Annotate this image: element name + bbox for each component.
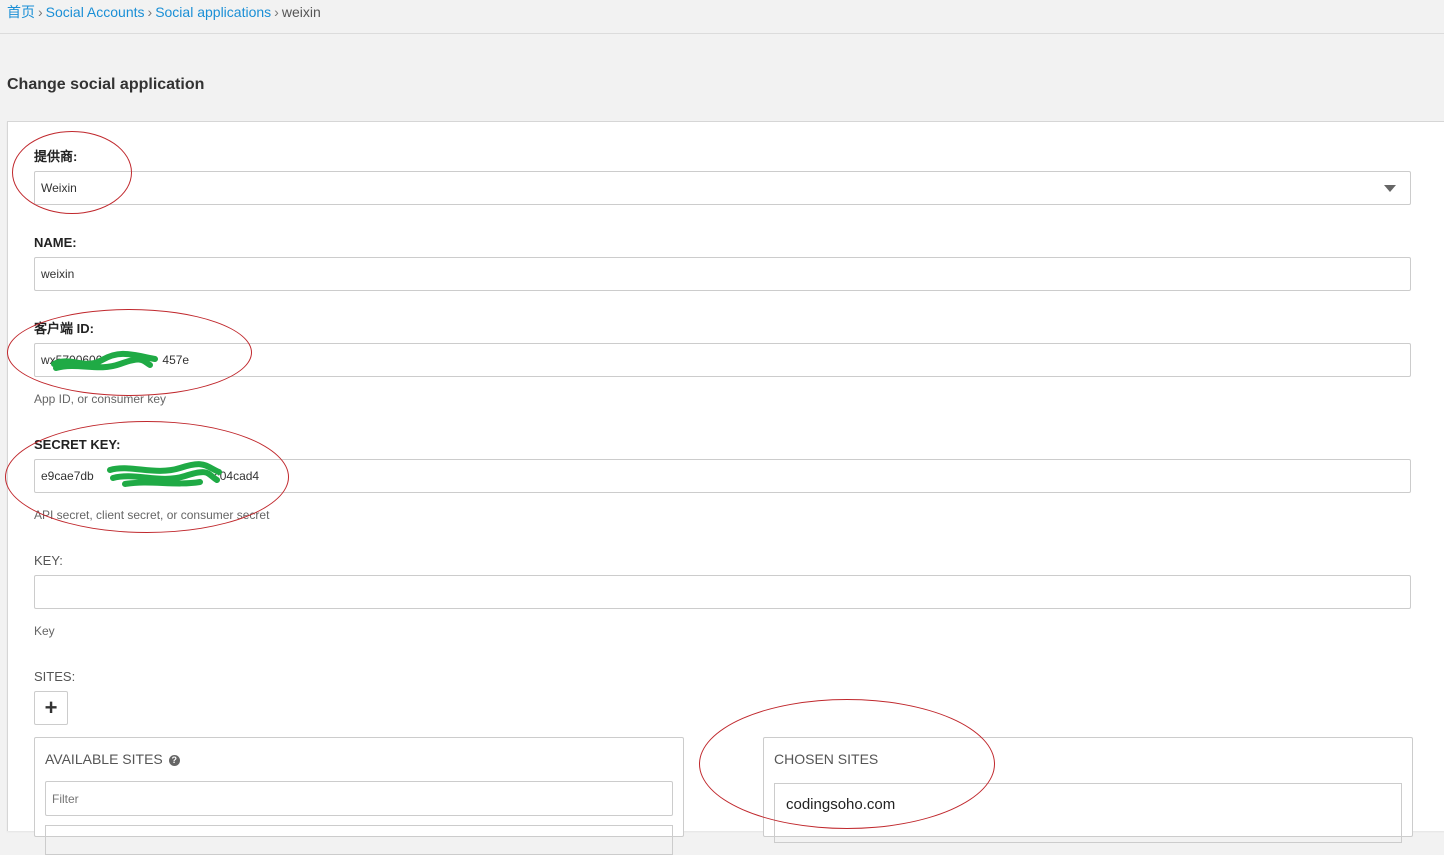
key-input[interactable] bbox=[34, 575, 1411, 609]
breadcrumb-home-link[interactable]: 首页 bbox=[7, 4, 35, 20]
client-id-value-tail: 457e bbox=[162, 353, 190, 367]
list-item[interactable]: codingsoho.com bbox=[786, 796, 895, 813]
provider-label: 提供商: bbox=[34, 149, 78, 164]
client-id-input[interactable]: wx5700600 457e bbox=[34, 343, 1411, 377]
name-value: weixin bbox=[41, 267, 75, 281]
client-id-value: wx5700600 bbox=[41, 353, 103, 367]
sites-label: SITES: bbox=[34, 669, 76, 684]
secret-key-value-tail: c04cad4 bbox=[213, 469, 260, 483]
plus-icon: + bbox=[44, 695, 58, 720]
breadcrumb-current: weixin bbox=[281, 4, 321, 20]
breadcrumb-separator: › bbox=[274, 4, 279, 20]
secret-key-label: SECRET KEY: bbox=[34, 437, 121, 452]
add-site-button[interactable]: + bbox=[34, 691, 68, 725]
caret-down-icon bbox=[1384, 185, 1396, 192]
client-id-help: App ID, or consumer key bbox=[34, 392, 167, 406]
breadcrumb-separator: › bbox=[147, 4, 153, 20]
header-divider bbox=[0, 33, 1444, 34]
provider-select[interactable]: Weixin bbox=[34, 171, 1411, 205]
page-title: Change social application bbox=[7, 76, 205, 93]
available-sites-title-text: AVAILABLE SITES bbox=[45, 751, 163, 767]
chosen-sites-list[interactable]: codingsoho.com bbox=[774, 783, 1402, 843]
name-input[interactable]: weixin bbox=[34, 257, 1411, 291]
breadcrumb-social-accounts-link[interactable]: Social Accounts bbox=[46, 4, 145, 20]
question-circle-icon[interactable]: ? bbox=[168, 755, 180, 766]
name-label: NAME: bbox=[34, 235, 77, 250]
breadcrumb-social-applications-link[interactable]: Social applications bbox=[155, 4, 271, 20]
breadcrumb-separator: › bbox=[38, 4, 43, 20]
key-label: KEY: bbox=[34, 553, 63, 568]
available-sites-box: AVAILABLE SITES? bbox=[34, 737, 684, 855]
key-help: Key bbox=[34, 624, 55, 638]
provider-selected-value: Weixin bbox=[41, 181, 77, 195]
available-sites-title: AVAILABLE SITES? bbox=[45, 751, 180, 767]
secret-key-value: e9cae7db bbox=[41, 469, 94, 483]
secret-key-help: API secret, client secret, or consumer s… bbox=[34, 508, 270, 522]
secret-key-input[interactable]: e9cae7db c04cad4 bbox=[34, 459, 1411, 493]
chosen-sites-title: CHOSEN SITES bbox=[774, 751, 879, 767]
chosen-sites-box: CHOSEN SITES codingsoho.com bbox=[763, 737, 1413, 843]
breadcrumb: 首页 › Social Accounts › Social applications › w… bbox=[7, 4, 321, 20]
client-id-label: 客户端 ID: bbox=[34, 321, 94, 336]
available-sites-filter-input[interactable] bbox=[45, 781, 673, 816]
